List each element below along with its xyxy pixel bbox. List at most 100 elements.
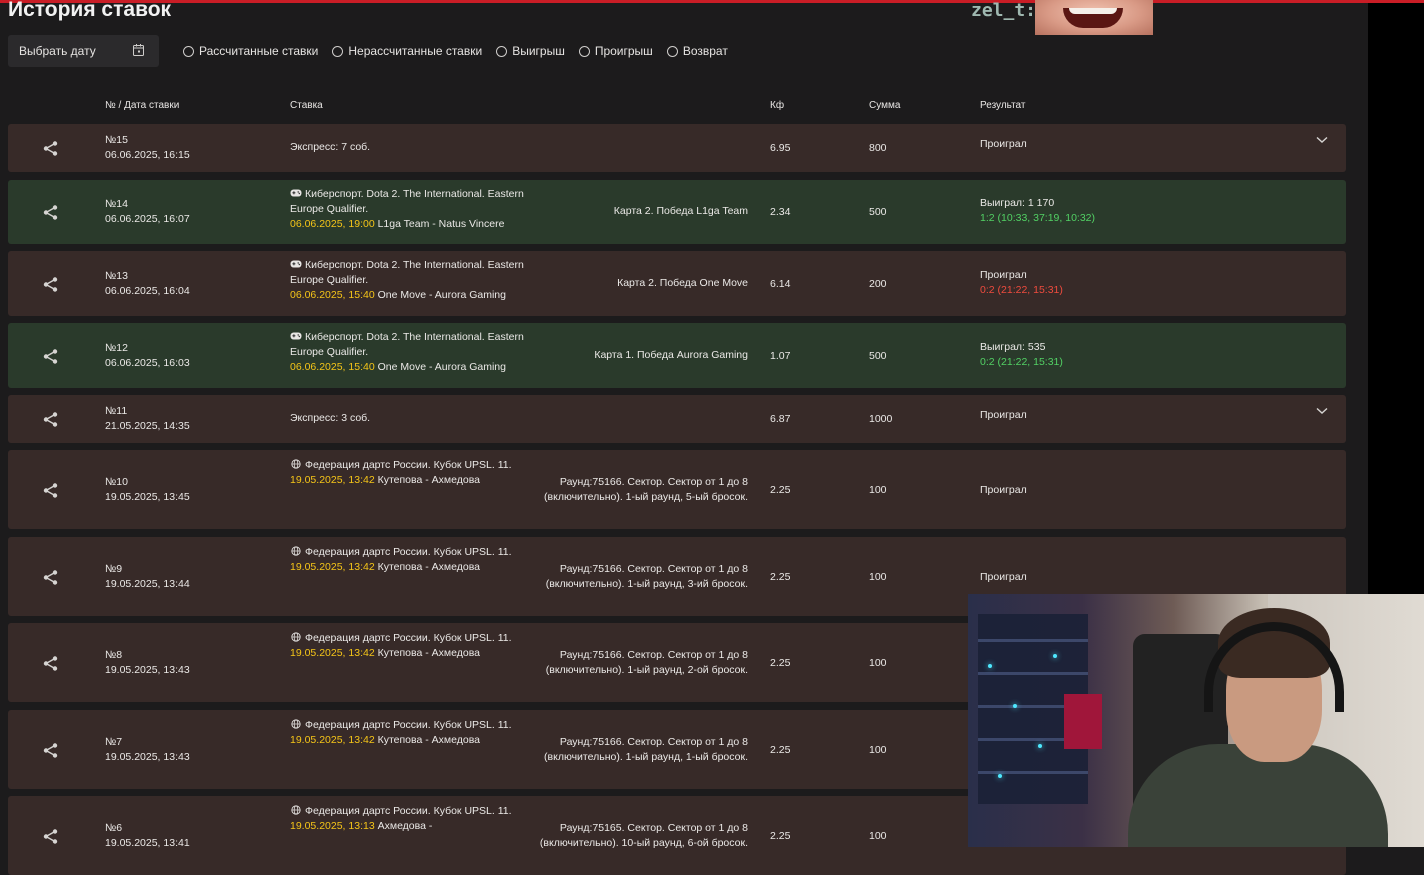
share-icon[interactable] <box>42 276 59 293</box>
radio-icon[interactable] <box>666 45 678 57</box>
share-icon[interactable] <box>42 140 59 157</box>
globe-icon <box>291 632 301 642</box>
bet-date: 06.06.2025, 16:03 <box>105 356 190 369</box>
bet-number: №15 <box>105 134 128 146</box>
bet-row: №13 06.06.2025, 16:04 Киберспорт. Dota 2. … <box>8 251 1346 316</box>
bet-pick: Раунд:75165. Сектор. Сектор от 1 до 8 (в… <box>539 821 748 849</box>
bet-teams: Кутепова - Ахмедова <box>377 647 480 659</box>
bet-event-time: 06.06.2025, 15:40 <box>290 361 375 373</box>
bet-date: 06.06.2025, 16:07 <box>105 213 190 225</box>
bet-score: 0:2 (21:22, 15:31) <box>980 355 1063 368</box>
bet-result-block: Проиграл 0:2 (21:22, 15:31) <box>980 268 1063 298</box>
bet-description-block: Киберспорт. Dota 2. The International. E… <box>290 187 560 232</box>
radio-icon[interactable] <box>183 45 194 57</box>
bet-number: №9 <box>105 562 123 575</box>
bet-result-block: Выиграл: 535 0:2 (21:22, 15:31) <box>980 340 1063 370</box>
bet-row: №10 19.05.2025, 13:45 Федерация дартс Росс… <box>8 450 1346 529</box>
bet-event-name: Федерация дартс России. Кубок UPSL. 11. <box>305 546 512 558</box>
bet-number-date: №9 19.05.2025, 13:44 <box>105 562 190 592</box>
filter-loss[interactable]: Проигрыш <box>578 44 653 58</box>
bet-amount: 100 <box>869 743 887 756</box>
bet-row: №11 21.05.2025, 14:35 Экспресс: 3 соб. 6.87… <box>8 395 1346 443</box>
bet-date: 06.06.2025, 16:15 <box>105 149 190 161</box>
streamer-webcam-overlay <box>968 594 1424 847</box>
bet-date: 21.05.2025, 14:35 <box>105 420 190 432</box>
bet-amount: 500 <box>869 206 887 218</box>
bet-result: Проиграл <box>980 409 1027 421</box>
globe-icon <box>291 546 301 556</box>
bet-teams: Кутепова - Ахмедова <box>377 474 480 486</box>
chat-username: zel_t: <box>971 0 1037 21</box>
chevron-down-icon[interactable] <box>1316 406 1328 414</box>
bet-number-date: №11 21.05.2025, 14:35 <box>105 404 190 434</box>
bet-date: 06.06.2025, 16:04 <box>105 284 190 297</box>
filter-label: Проигрыш <box>594 44 653 58</box>
filter-win[interactable]: Выигрыш <box>496 44 565 58</box>
share-icon[interactable] <box>42 348 59 365</box>
share-icon[interactable] <box>42 828 59 845</box>
bet-number: №13 <box>105 269 128 282</box>
radio-icon[interactable] <box>578 45 590 57</box>
bet-pick: Раунд:75166. Сектор. Сектор от 1 до 8 (в… <box>545 562 748 590</box>
bet-score: 0:2 (21:22, 15:31) <box>980 283 1063 296</box>
header-sum: Сумма <box>869 100 901 111</box>
bet-row: №14 06.06.2025, 16:07 Киберспорт. Dota 2. … <box>8 180 1346 244</box>
bet-event-time: 06.06.2025, 15:40 <box>290 289 375 301</box>
bet-pick: Раунд:75166. Сектор. Сектор от 1 до 8 (в… <box>544 735 748 763</box>
bet-teams: L1ga Team - Natus Vincere <box>377 218 505 230</box>
bet-result: Выиграл: 1 170 <box>980 197 1055 209</box>
bet-date: 19.05.2025, 13:45 <box>105 490 190 503</box>
bet-description: Экспресс: 3 соб. <box>290 412 371 424</box>
share-icon[interactable] <box>42 742 59 759</box>
bet-event-time: 19.05.2025, 13:42 <box>290 647 375 659</box>
bet-number: №12 <box>105 341 128 354</box>
bet-result: Проиграл <box>980 570 1027 583</box>
gamepad-icon <box>290 332 302 340</box>
bet-number-date: №8 19.05.2025, 13:43 <box>105 648 190 678</box>
bet-coefficient: 2.25 <box>770 570 791 583</box>
bet-event-name: Киберспорт. Dota 2. The International. E… <box>290 331 524 358</box>
share-icon[interactable] <box>42 411 59 428</box>
bet-event-time: 19.05.2025, 13:42 <box>290 561 375 573</box>
share-icon[interactable] <box>42 482 59 499</box>
filter-refund[interactable]: Возврат <box>666 44 728 58</box>
bet-teams: One Move - Aurora Gaming <box>377 361 506 373</box>
filter-settled[interactable]: Рассчитанные ставки <box>183 44 318 58</box>
bet-row: №12 06.06.2025, 16:03 Киберспорт. Dota 2. … <box>8 323 1346 388</box>
bet-number-date: №15 06.06.2025, 16:15 <box>105 133 190 163</box>
bet-result: Проиграл <box>980 268 1027 281</box>
bet-number: №6 <box>105 821 123 834</box>
share-icon[interactable] <box>42 569 59 586</box>
bet-event-time: 19.05.2025, 13:42 <box>290 474 375 486</box>
bet-coefficient: 1.07 <box>770 349 791 362</box>
radio-icon[interactable] <box>496 45 508 57</box>
bet-description-block: Киберспорт. Dota 2. The International. E… <box>290 330 560 375</box>
globe-icon <box>291 805 301 815</box>
bet-pick: Раунд:75166. Сектор. Сектор от 1 до 8 (в… <box>544 475 748 503</box>
globe-icon <box>291 459 301 469</box>
bet-coefficient: 2.25 <box>770 656 791 669</box>
radio-icon[interactable] <box>332 45 344 57</box>
share-icon[interactable] <box>42 204 59 221</box>
bet-result-block: Выиграл: 1 170 1:2 (10:33, 37:19, 10:32) <box>980 196 1095 226</box>
header-kf: Кф <box>770 100 785 111</box>
bet-amount: 200 <box>869 277 887 290</box>
webcam-led <box>988 664 992 668</box>
bet-coefficient: 6.87 <box>770 413 791 425</box>
bet-score: 1:2 (10:33, 37:19, 10:32) <box>980 212 1096 224</box>
bet-number-date: №6 19.05.2025, 13:41 <box>105 821 190 851</box>
bet-result: Выиграл: 535 <box>980 340 1046 353</box>
bet-amount: 1000 <box>869 413 893 425</box>
chevron-down-icon[interactable] <box>1316 135 1328 143</box>
bet-number: №7 <box>105 735 123 748</box>
share-icon[interactable] <box>42 655 59 672</box>
date-picker-button[interactable]: Выбрать дату <box>8 35 159 67</box>
bet-number-date: №14 06.06.2025, 16:07 <box>105 197 190 227</box>
webcam-led <box>998 774 1002 778</box>
bet-description: Экспресс: 7 соб. <box>290 141 371 153</box>
bet-teams: One Move - Aurora Gaming <box>377 289 506 301</box>
bet-event-time: 06.06.2025, 19:00 <box>290 218 375 230</box>
filter-label: Нерассчитанные ставки <box>348 44 483 58</box>
filter-unsettled[interactable]: Нерассчитанные ставки <box>332 44 482 58</box>
top-accent-bar <box>0 0 1424 3</box>
